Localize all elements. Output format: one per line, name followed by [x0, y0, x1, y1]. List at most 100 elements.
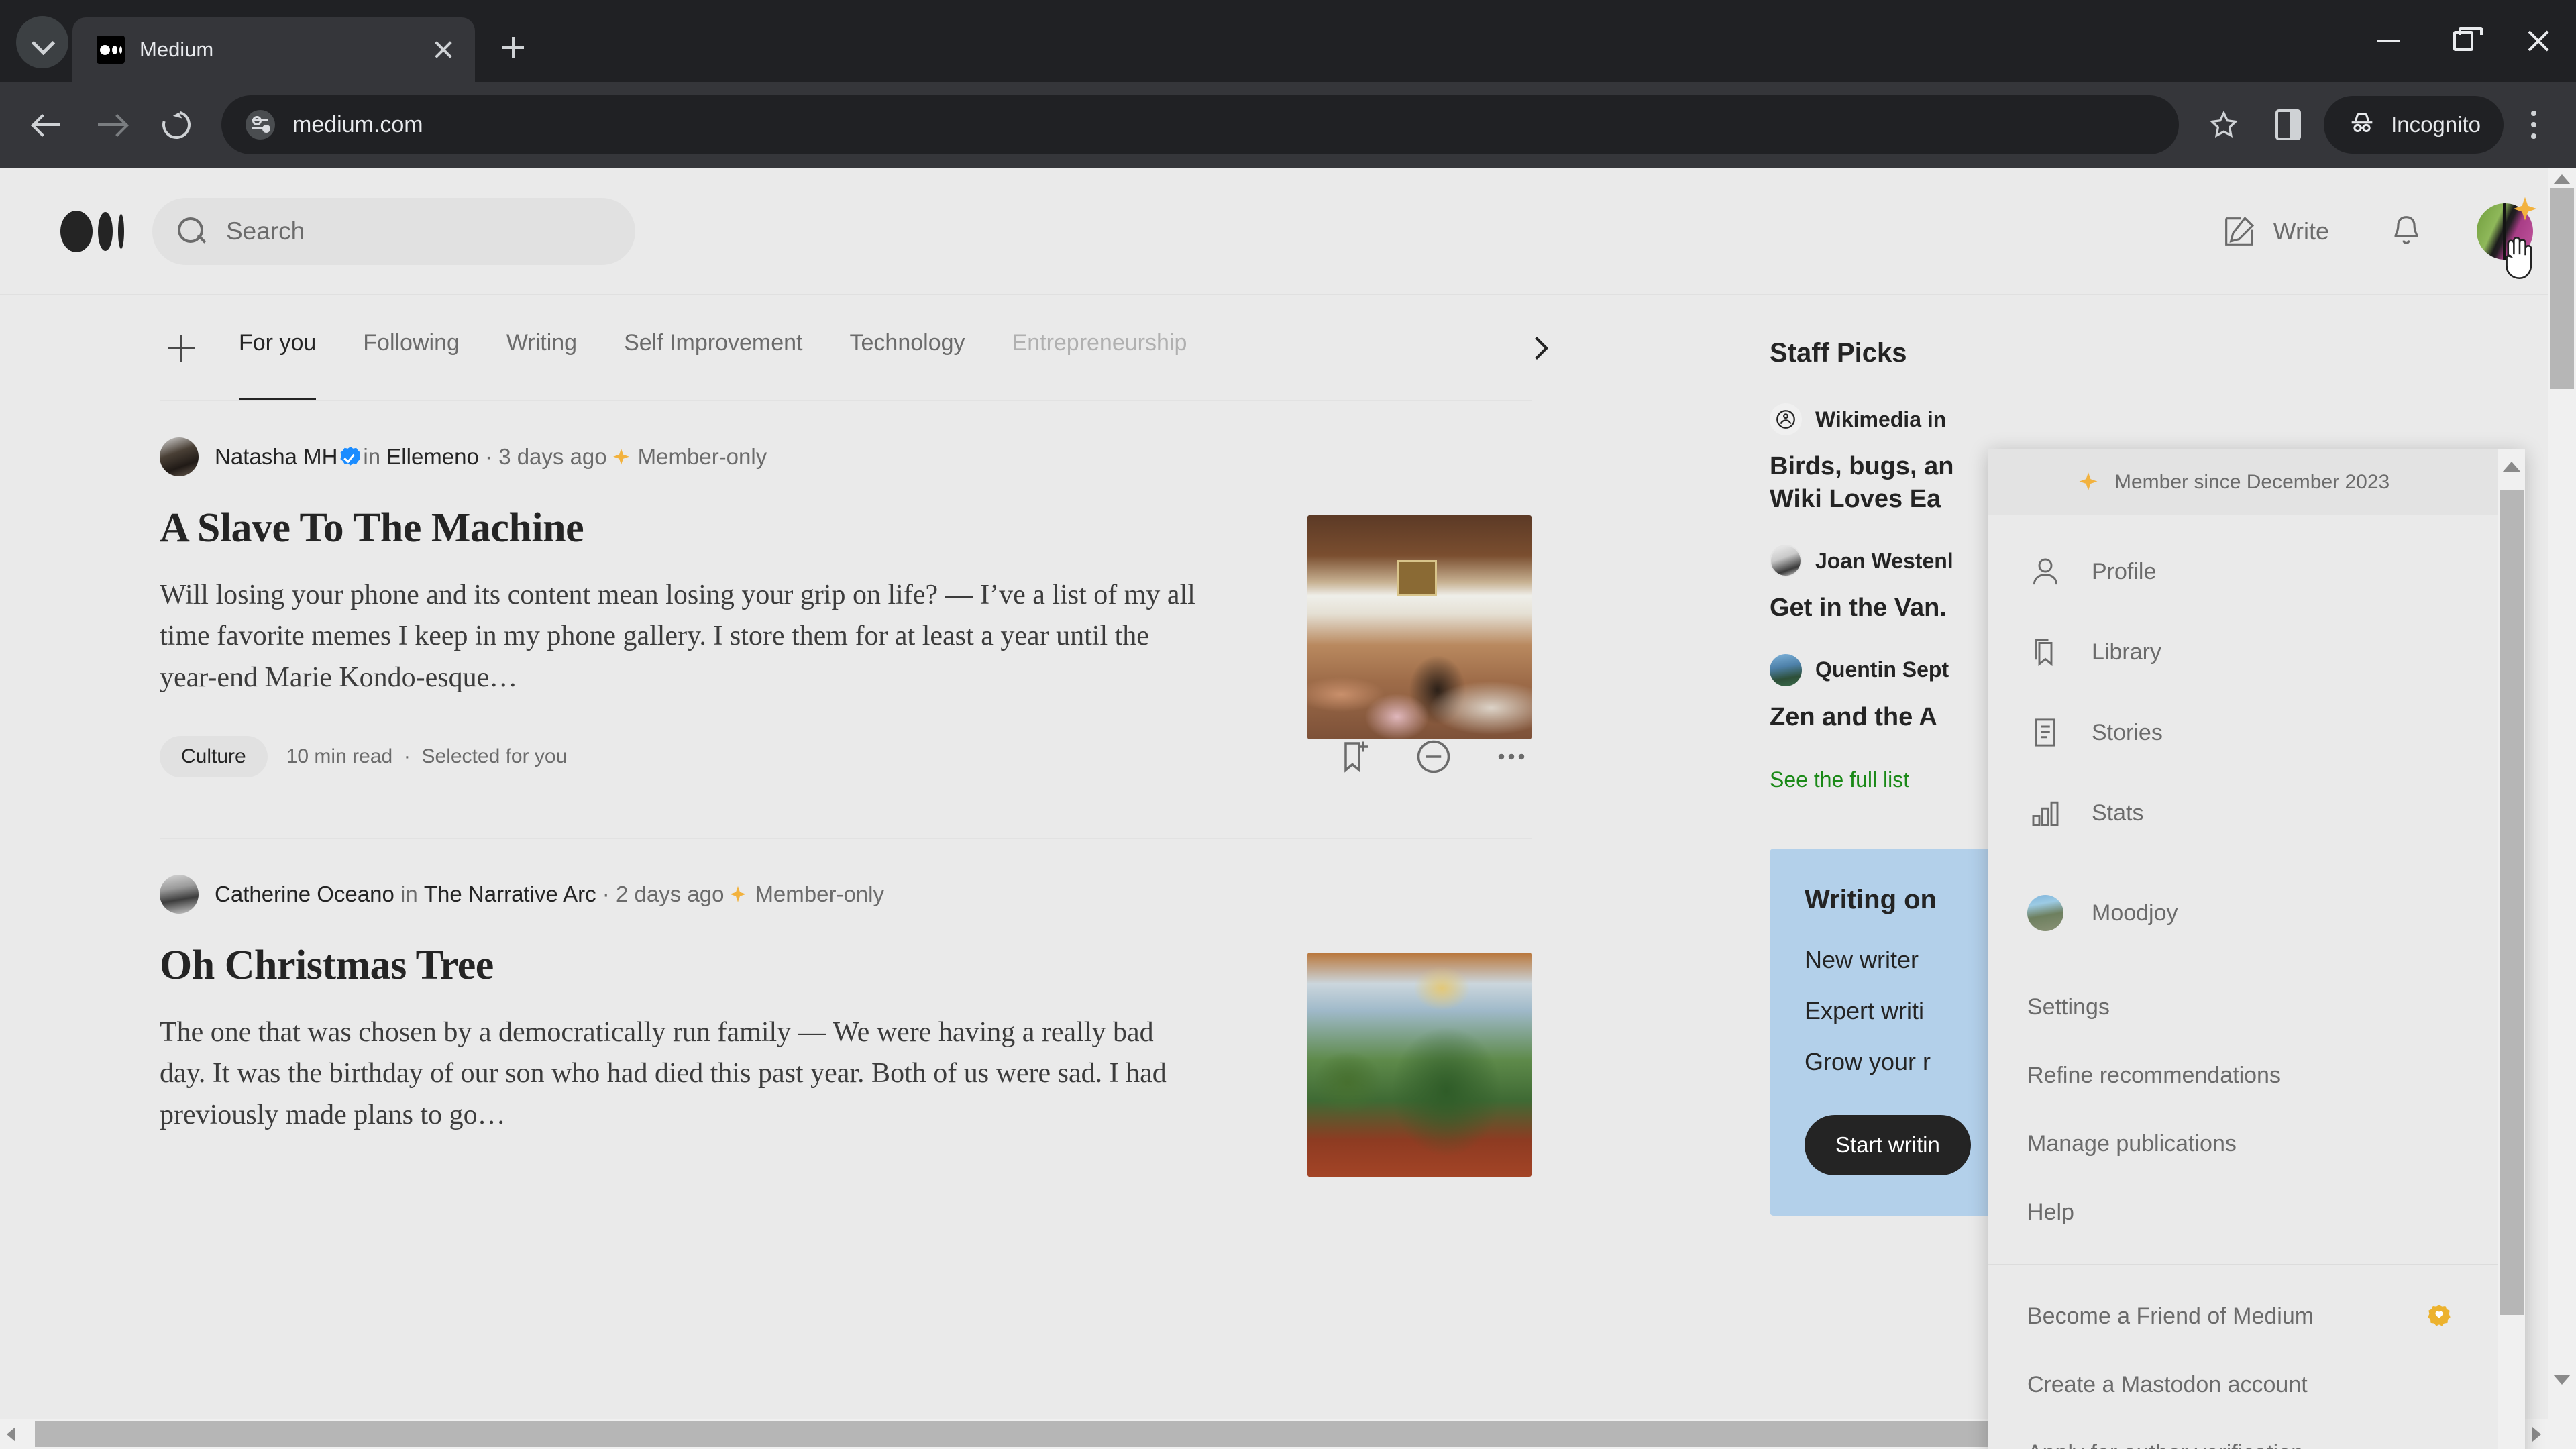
site-header: Search Write — [0, 168, 2576, 295]
member-only-label: Member-only — [755, 881, 884, 906]
tab-for-you[interactable]: For you — [239, 295, 316, 400]
chevron-right-icon[interactable] — [1523, 335, 1550, 362]
pick-author[interactable]: Wikimedia in — [1815, 407, 1946, 432]
menu-item-become-friend[interactable]: Become a Friend of Medium — [1988, 1282, 2498, 1350]
reload-button[interactable] — [148, 96, 205, 154]
minimize-button[interactable] — [2351, 0, 2426, 82]
menu-scrollbar-thumb[interactable] — [2500, 490, 2524, 1315]
article-card[interactable]: Catherine Oceano in The Narrative Arc · … — [160, 838, 1532, 1136]
reload-icon — [157, 105, 195, 144]
menu-item-library[interactable]: Library — [1988, 612, 2498, 692]
publication-name[interactable]: The Narrative Arc — [424, 881, 596, 906]
incognito-icon — [2347, 108, 2377, 142]
write-button[interactable]: Write — [2220, 212, 2329, 251]
author-avatar — [160, 875, 199, 914]
article-title[interactable]: Oh Christmas Tree — [160, 942, 1206, 989]
article-title[interactable]: A Slave To The Machine — [160, 504, 1206, 552]
browser-tab[interactable]: Medium — [72, 17, 475, 82]
close-icon[interactable] — [427, 33, 460, 66]
meta-dot: · — [404, 745, 411, 767]
pick-author[interactable]: Quentin Sept — [1815, 657, 1949, 682]
menu-item-label: Stats — [2092, 800, 2143, 826]
forward-icon — [98, 111, 126, 139]
medium-logo-icon[interactable] — [60, 211, 124, 252]
document-icon — [2027, 714, 2063, 751]
wikimedia-logo-icon — [1770, 403, 1802, 435]
scroll-up-icon[interactable] — [2502, 462, 2521, 472]
scroll-down-icon[interactable] — [2553, 1375, 2571, 1385]
close-window-button[interactable] — [2501, 0, 2576, 82]
star-icon — [2209, 110, 2239, 140]
member-only-label: Member-only — [638, 444, 767, 469]
author-name[interactable]: Catherine Oceano — [215, 881, 394, 906]
menu-item-profile[interactable]: Profile — [1988, 531, 2498, 612]
window-controls — [2351, 0, 2576, 82]
tab-self-improvement[interactable]: Self Improvement — [624, 295, 802, 400]
forward-button[interactable] — [83, 96, 141, 154]
tab-entrepreneurship[interactable]: Entrepreneurship — [1012, 295, 1187, 400]
minimize-icon — [2377, 40, 2400, 42]
tab-following[interactable]: Following — [363, 295, 460, 400]
menu-item-label: Create a Mastodon account — [2027, 1372, 2308, 1398]
menu-item-author-verification[interactable]: Apply for author verification — [1988, 1419, 2498, 1449]
browser-menu-button[interactable] — [2510, 96, 2557, 154]
article-tag[interactable]: Culture — [160, 736, 268, 777]
menu-scrollbar[interactable] — [2498, 449, 2525, 1449]
menu-item-publication[interactable]: Moodjoy — [1988, 873, 2498, 953]
incognito-label: Incognito — [2391, 112, 2481, 138]
menu-item-stories[interactable]: Stories — [1988, 692, 2498, 773]
account-dropdown-menu: Member since December 2023 Profile — [1988, 449, 2525, 1449]
bookmark-plus-icon[interactable] — [1336, 737, 1376, 777]
tab-technology[interactable]: Technology — [850, 295, 965, 400]
read-time: 10 min read — [286, 745, 392, 767]
tab-writing[interactable]: Writing — [506, 295, 577, 400]
site-settings-icon[interactable] — [246, 110, 275, 140]
address-bar[interactable]: medium.com — [221, 95, 2179, 154]
scroll-left-icon[interactable] — [7, 1427, 15, 1442]
feed-tab-bar: For you Following Writing Self Improveme… — [160, 295, 1532, 401]
avatar-menu-button[interactable] — [2477, 203, 2533, 260]
minus-circle-icon[interactable] — [1413, 737, 1454, 777]
side-panel-button[interactable] — [2259, 96, 2317, 154]
menu-item-create-mastodon[interactable]: Create a Mastodon account — [1988, 1350, 2498, 1419]
author-avatar — [1770, 545, 1802, 577]
menu-item-manage-publications[interactable]: Manage publications — [1988, 1110, 2498, 1178]
bookmark-button[interactable] — [2195, 96, 2253, 154]
see-full-list-link[interactable]: See the full list — [1770, 767, 1909, 792]
incognito-indicator[interactable]: Incognito — [2324, 96, 2504, 154]
scroll-up-icon[interactable] — [2553, 174, 2571, 184]
new-tab-button[interactable] — [487, 21, 539, 74]
author-name[interactable]: Natasha MH — [215, 444, 337, 469]
menu-item-refine-recommendations[interactable]: Refine recommendations — [1988, 1041, 2498, 1110]
article-card[interactable]: Natasha MHin Ellemeno · 3 days agoMember… — [160, 401, 1532, 811]
menu-item-label: Library — [2092, 639, 2161, 665]
menu-item-label: Help — [2027, 1199, 2074, 1226]
scroll-right-icon[interactable] — [2532, 1427, 2541, 1442]
menu-item-help[interactable]: Help — [1988, 1178, 2498, 1246]
menu-item-settings[interactable]: Settings — [1988, 973, 2498, 1041]
maximize-button[interactable] — [2426, 0, 2501, 82]
menu-item-label: Profile — [2092, 559, 2156, 585]
menu-item-stats[interactable]: Stats — [1988, 773, 2498, 853]
back-button[interactable] — [19, 96, 76, 154]
feed-column: For you Following Writing Self Improveme… — [0, 295, 1690, 1449]
page-vertical-scrollbar[interactable] — [2548, 168, 2576, 1421]
publication-name[interactable]: Ellemeno — [386, 444, 479, 469]
member-since-label: Member since December 2023 — [2114, 471, 2390, 494]
chevron-down-icon — [32, 32, 52, 52]
menu-divider — [1988, 1264, 2498, 1265]
article-thumbnail — [1307, 953, 1532, 1177]
browser-window: Medium medium.com — [0, 0, 2576, 1449]
pick-author[interactable]: Joan Westenl — [1815, 549, 1953, 574]
bell-icon[interactable] — [2387, 212, 2426, 251]
tab-search-button[interactable] — [16, 16, 68, 68]
search-input[interactable]: Search — [152, 198, 635, 265]
article-actions: Culture 10 min read · Selected for you — [160, 736, 1532, 811]
mouse-cursor — [2501, 234, 2538, 281]
more-horizontal-icon[interactable] — [1491, 737, 1532, 777]
add-topic-button[interactable] — [160, 326, 204, 370]
start-writing-button[interactable]: Start writin — [1805, 1115, 1971, 1175]
vertical-scrollbar-thumb[interactable] — [2550, 188, 2574, 389]
person-icon — [2027, 553, 2063, 590]
verified-badge-icon — [340, 447, 360, 467]
